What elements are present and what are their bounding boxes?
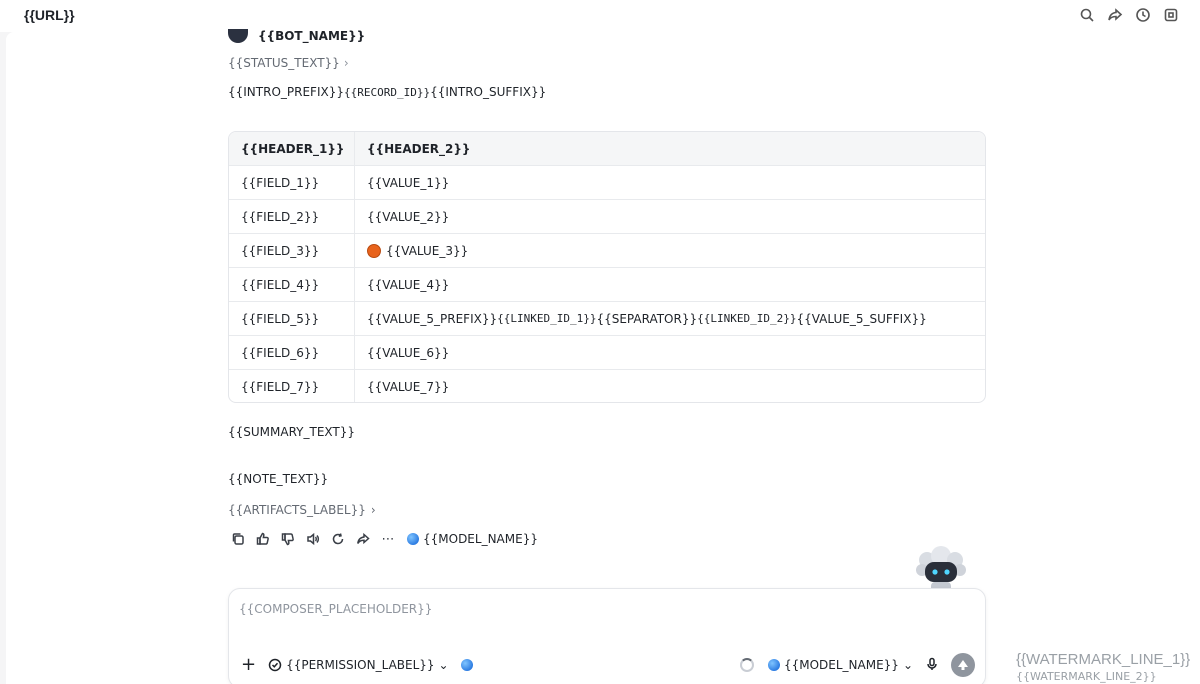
permission-label: {{PERMISSION_LABEL}} — [286, 658, 435, 672]
model-logo-icon — [407, 533, 419, 545]
speaker-icon[interactable] — [305, 531, 321, 547]
table-row: {{FIELD_1}} {{VALUE_1}} — [229, 166, 985, 200]
table-row: {{FIELD_6}} {{VALUE_6}} — [229, 336, 985, 370]
message-intro: {{INTRO_PREFIX}}{{RECORD_ID}}{{INTRO_SUF… — [228, 85, 546, 99]
table-cell-value: {{VALUE_1}} — [367, 175, 450, 190]
history-icon[interactable] — [1134, 6, 1152, 24]
loading-icon — [739, 658, 754, 672]
refresh-icon[interactable] — [330, 531, 346, 547]
send-button[interactable] — [951, 653, 975, 677]
table-cell-field: {{FIELD_1}} — [229, 166, 355, 199]
completion-status-text: {{STATUS_TEXT}} — [228, 56, 340, 70]
table-cell-value: {{VALUE_5_PREFIX}} {{LINKED_ID_1}} {{SEPAR… — [355, 302, 985, 335]
table-row: {{FIELD_5}} {{VALUE_5_PREFIX}} {{LINKED_I… — [229, 302, 985, 336]
chevron-right-icon: › — [343, 56, 349, 70]
model-logo-icon — [767, 659, 780, 671]
table-cell-value: {{VALUE_7}} — [367, 380, 450, 394]
add-icon[interactable]: + — [241, 656, 256, 674]
more-icon[interactable]: ⋯ — [380, 531, 396, 547]
note-paragraph: {{NOTE_TEXT}} — [228, 472, 329, 486]
orders-suffix: {{VALUE_5_SUFFIX}} — [796, 311, 927, 326]
browser-bar: {{URL}} — [0, 0, 1200, 32]
browser-actions — [1078, 6, 1180, 24]
status-value: {{VALUE_3}} — [386, 243, 469, 258]
search-icon[interactable] — [1078, 6, 1096, 24]
thumbs-down-icon[interactable] — [280, 531, 296, 547]
table-cell-value: {{VALUE_3}} — [355, 234, 985, 267]
record-table: {{HEADER_1}} {{HEADER_2}} {{FIELD_1}} {{… — [228, 131, 986, 403]
check-circle-icon — [268, 658, 282, 672]
share-icon[interactable] — [1106, 6, 1124, 24]
chevron-down-icon: ⌄ — [902, 658, 913, 672]
model-name: {{MODEL_NAME}} — [423, 532, 538, 546]
bot-avatar — [228, 29, 248, 43]
permission-selector[interactable]: {{PERMISSION_LABEL}} ⌄ — [268, 658, 449, 672]
status-dot-icon — [367, 243, 381, 258]
table-cell-value: {{VALUE_6}} — [367, 345, 450, 360]
artifacts-label: {{ARTIFACTS_LABEL}} — [228, 503, 366, 517]
table-header-row: {{HEADER_1}} {{HEADER_2}} — [229, 132, 985, 166]
table-row: {{FIELD_2}} {{VALUE_2}} — [229, 200, 985, 234]
record-id: {{RECORD_ID}} — [344, 86, 431, 99]
copy-icon[interactable] — [230, 531, 246, 547]
watermark-subtitle: {{WATERMARK_LINE_2}} — [1016, 670, 1157, 683]
completion-status[interactable]: {{STATUS_TEXT}} › — [228, 56, 349, 70]
table-header-field: {{HEADER_1}} — [229, 132, 355, 165]
table-header-content: {{HEADER_2}} — [367, 141, 471, 156]
table-cell-value: {{VALUE_2}} — [367, 209, 450, 224]
mascot-robot-icon — [916, 546, 966, 592]
message-actions: ⋯ {{MODEL_NAME}} — [230, 531, 538, 547]
table-cell-field: {{FIELD_7}} — [229, 370, 355, 402]
bot-name: {{BOT_NAME}} — [258, 29, 366, 43]
table-cell-field: {{FIELD_5}} — [229, 302, 355, 335]
address-url[interactable]: {{URL}} — [24, 7, 75, 23]
linked-record-id: {{LINKED_ID_1}} — [497, 312, 597, 325]
composer-input[interactable]: {{COMPOSER_PLACEHOLDER}} — [239, 602, 432, 616]
intro-prefix: {{INTRO_PREFIX}} — [228, 85, 344, 99]
table-row: {{FIELD_3}} {{VALUE_3}} — [229, 234, 985, 268]
model-logo-icon[interactable] — [460, 659, 473, 671]
activation-watermark: {{WATERMARK_LINE_1}} {{WATERMARK_LINE_2}… — [1016, 651, 1190, 683]
window-icon[interactable] — [1162, 6, 1180, 24]
intro-suffix: {{INTRO_SUFFIX}} — [430, 85, 547, 99]
model-name: {{MODEL_NAME}} — [783, 658, 899, 672]
composer-left-tools: + {{PERMISSION_LABEL}} ⌄ — [241, 656, 473, 674]
share-icon[interactable] — [355, 531, 371, 547]
model-tag[interactable]: {{MODEL_NAME}} — [407, 532, 538, 546]
table-cell-field: {{FIELD_2}} — [229, 200, 355, 233]
arrow-up-icon — [958, 660, 968, 670]
orders-prefix: {{VALUE_5_PREFIX}} — [367, 311, 498, 326]
model-selector[interactable]: {{MODEL_NAME}} ⌄ — [767, 658, 913, 672]
watermark-title: {{WATERMARK_LINE_1}} — [1016, 651, 1191, 668]
bot-header: {{BOT_NAME}} — [228, 29, 365, 43]
chevron-down-icon: ⌄ — [438, 658, 449, 672]
table-row: {{FIELD_4}} {{VALUE_4}} — [229, 268, 985, 302]
orders-separator: {{SEPARATOR}} — [596, 311, 698, 326]
table-cell-field: {{FIELD_4}} — [229, 268, 355, 301]
thumbs-up-icon[interactable] — [255, 531, 271, 547]
table-cell-field: {{FIELD_3}} — [229, 234, 355, 267]
microphone-icon[interactable] — [925, 657, 939, 674]
composer-right-tools: {{MODEL_NAME}} ⌄ — [739, 653, 975, 677]
summary-paragraph: {{SUMMARY_TEXT}} — [228, 425, 356, 439]
message-composer[interactable]: {{COMPOSER_PLACEHOLDER}} + {{PERMISSION_… — [228, 588, 986, 684]
table-cell-field: {{FIELD_6}} — [229, 336, 355, 369]
linked-record-id: {{LINKED_ID_2}} — [697, 312, 797, 325]
table-cell-value: {{VALUE_4}} — [367, 277, 450, 292]
table-row: {{FIELD_7}} {{VALUE_7}} — [229, 370, 985, 402]
view-artifacts-link[interactable]: {{ARTIFACTS_LABEL}} › — [228, 503, 376, 517]
chevron-right-icon: › — [370, 503, 376, 517]
